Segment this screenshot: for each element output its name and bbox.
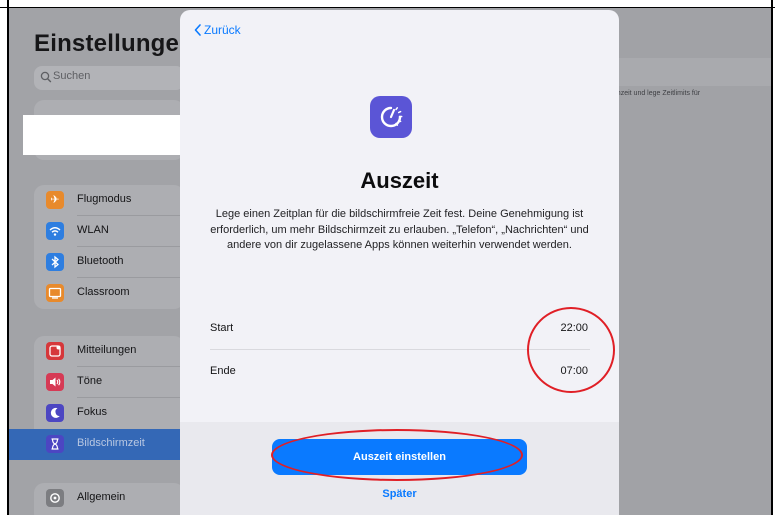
sidebar-group-notifications: Mitteilungen Töne Fokus Bildschirmzeit: [9, 336, 184, 460]
sidebar-item-bildschirmzeit[interactable]: Bildschirmzeit: [9, 429, 184, 460]
sidebar-item-label: Allgemein: [77, 491, 126, 503]
end-label: Ende: [210, 365, 236, 377]
sidebar-item-label: Töne: [77, 375, 103, 387]
start-label: Start: [210, 322, 234, 334]
sheet-description: Lege einen Zeitplan für die bildschirmfr…: [210, 208, 589, 251]
frame-border-right: [771, 0, 773, 515]
sidebar-title: Einstellungen: [34, 30, 194, 57]
sheet-title: Auszeit: [360, 168, 439, 193]
sidebar-item-allgemein[interactable]: Allgemein: [34, 483, 184, 514]
sidebar-item-label: Mitteilungen: [77, 344, 137, 356]
sidebar-group-general: Allgemein: [34, 483, 184, 515]
downtime-icon: [370, 96, 412, 138]
sidebar-item-fokus[interactable]: Fokus: [34, 398, 184, 429]
sidebar-group-connectivity: ✈ Flugmodus WLAN Bluetooth Classroom: [34, 185, 184, 309]
later-button[interactable]: Später: [180, 488, 619, 500]
sidebar-item-wlan[interactable]: WLAN: [34, 216, 184, 247]
sidebar-item-label: Classroom: [77, 286, 130, 298]
sidebar-item-flugmodus[interactable]: ✈ Flugmodus: [34, 185, 184, 216]
annotation-ellipse-times: [527, 307, 615, 393]
wifi-icon: [46, 222, 64, 240]
sidebar-item-classroom[interactable]: Classroom: [34, 278, 184, 309]
search-placeholder: Suchen: [53, 70, 91, 82]
detail-banner: [611, 58, 771, 86]
moon-icon: [46, 404, 64, 422]
hourglass-icon: [46, 435, 64, 453]
screenshot-frame: Einstellungen Suchen ✈ Flugmodus WLAN Bl…: [0, 0, 775, 515]
gear-icon: [46, 489, 64, 507]
sidebar-item-label: Fokus: [77, 406, 107, 418]
notifications-icon: [46, 342, 64, 360]
search-field[interactable]: Suchen: [34, 66, 184, 90]
sounds-icon: [46, 373, 64, 391]
detail-description: irmzeit und lege Zeitlimits für: [611, 90, 701, 97]
sidebar-item-label: Bildschirmzeit: [77, 437, 145, 449]
annotation-ellipse-button: [271, 429, 523, 481]
bluetooth-icon: [46, 253, 64, 271]
sidebar-item-bluetooth[interactable]: Bluetooth: [34, 247, 184, 278]
redacted-profile-area: [23, 115, 181, 155]
sidebar-item-label: Bluetooth: [77, 255, 124, 267]
search-icon: [40, 71, 52, 83]
sidebar-item-label: Flugmodus: [77, 193, 132, 205]
sidebar-item-mitteilungen[interactable]: Mitteilungen: [34, 336, 184, 367]
sidebar-item-toene[interactable]: Töne: [34, 367, 184, 398]
sidebar-item-label: WLAN: [77, 224, 109, 236]
airplane-icon: ✈: [46, 191, 64, 209]
classroom-icon: [46, 284, 64, 302]
chevron-left-icon: [194, 24, 201, 36]
back-label: Zurück: [204, 23, 241, 37]
